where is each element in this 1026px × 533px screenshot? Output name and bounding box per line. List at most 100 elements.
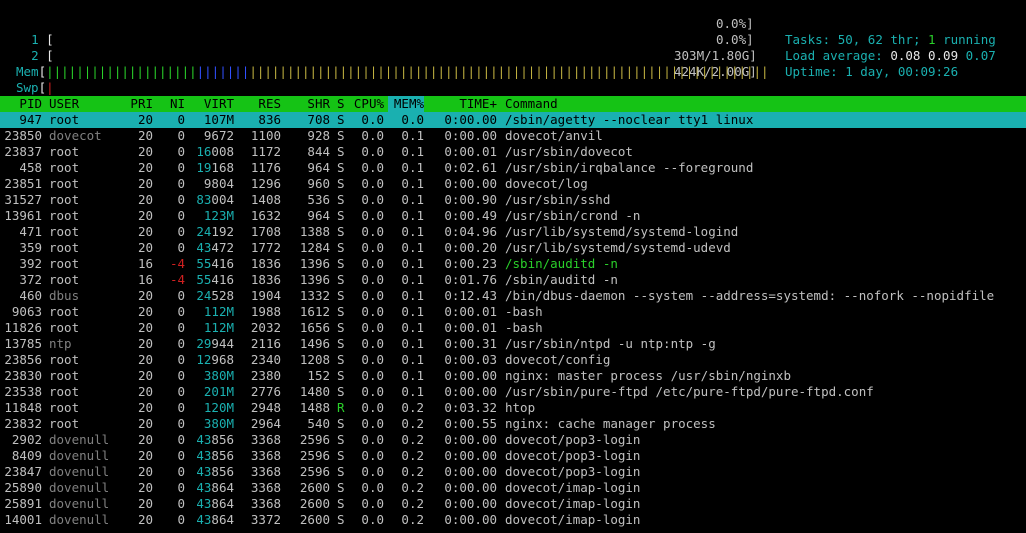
cell-pri: 20 [137, 464, 153, 479]
cell-cpu: 0.0 [361, 112, 384, 127]
cell-time: 0:02.61 [444, 160, 497, 175]
process-row[interactable]: 23538 root 20 0 201M 2776 1480 S 0.0 0.1 0:00.00/u… [0, 384, 1026, 400]
col-state[interactable]: S [337, 96, 345, 112]
process-row[interactable]: 11848 root 20 0 120M 2948 1488 R 0.0 0.2 0:03.32 ht… [0, 400, 1026, 416]
swp-label: Swp [16, 80, 39, 95]
cell-mem: 0.1 [401, 128, 424, 143]
cell-pid: 947 [19, 112, 42, 127]
cell-res: 2948 [250, 400, 281, 415]
cell-res: 1836 [250, 256, 281, 271]
process-row[interactable]: 947 root 20 0 107M 836 708 S 0.0 0.0 0:00.00/sbin/… [0, 112, 1026, 128]
process-row[interactable]: 2902 dovenull 20 0 43856 3368 2596 S 0.0 0.2 0:00.… [0, 432, 1026, 448]
col-ni[interactable]: NI [163, 96, 185, 112]
cell-virt: 120M [203, 400, 234, 415]
cell-mem: 0.2 [401, 416, 424, 431]
cell-cmd: dovecot/imap-login [505, 496, 641, 511]
cell-user: root [49, 240, 80, 255]
process-row[interactable]: 14001 dovenull 20 0 43864 3372 2600 S 0.0 0.2 0:00… [0, 512, 1026, 528]
mem-bar-used: |||||||||||||||||||| [46, 64, 197, 79]
cell-cpu: 0.0 [361, 432, 384, 447]
cell-pri: 20 [137, 384, 153, 399]
cell-mem: 0.1 [401, 272, 424, 287]
cell-mem: 0.2 [401, 480, 424, 495]
col-time[interactable]: TIME+ [425, 96, 497, 112]
process-row[interactable]: 13961 root 20 0 123M 1632 964 S 0.0 0.1 0:00.49/us… [0, 208, 1026, 224]
process-row[interactable]: 23851 root 20 0 9804 1296 960 S 0.0 0.1 0:00.00 dov… [0, 176, 1026, 192]
process-row[interactable]: 460 dbus 20 0 24528 1904 1332 S 0.0 0.1 0:12.43/bi… [0, 288, 1026, 304]
cell-pri: 20 [137, 480, 153, 495]
cell-mem: 0.2 [401, 496, 424, 511]
process-row[interactable]: 458 root 20 0 19168 1176 964 S 0.0 0.1 0:02.61/usr… [0, 160, 1026, 176]
cell-user: dovenull [49, 464, 110, 479]
process-row[interactable]: 359 root 20 0 43472 1772 1284 S 0.0 0.1 0:00.20/us… [0, 240, 1026, 256]
cell-shr: 1488 [299, 400, 330, 415]
cell-virt: 380M [203, 416, 234, 431]
process-row[interactable]: 13785 ntp 20 0 29944 2116 1496 S 0.0 0.1 0:00.31/u… [0, 336, 1026, 352]
cell-res: 3368 [250, 496, 281, 511]
cell-cpu: 0.0 [361, 336, 384, 351]
process-row[interactable]: 25890 dovenull 20 0 43864 3368 2600 S 0.0 0.2 0:00… [0, 480, 1026, 496]
col-res[interactable]: RES [235, 96, 281, 112]
mem-meter: Mem[||||||||||||||||||||||||||||||||||||… [16, 48, 769, 79]
cell-pid: 9063 [11, 304, 42, 319]
cell-mem: 0.2 [401, 512, 424, 527]
cell-cpu: 0.0 [361, 176, 384, 191]
cell-mem: 0.1 [401, 368, 424, 383]
cell-s: S [337, 176, 345, 191]
cell-cmd: /usr/sbin/pure-ftpd /etc/pure-ftpd/pure-… [505, 384, 874, 399]
process-row[interactable]: 372 root 16 -4 55416 1836 1396 S 0.0 0.1 0:01.76/s… [0, 272, 1026, 288]
cell-ni: 0 [177, 288, 185, 303]
cell-time: 0:00.00 [444, 384, 497, 399]
cell-cpu: 0.0 [361, 192, 384, 207]
col-pri[interactable]: PRI [123, 96, 153, 112]
cell-pid: 11826 [4, 320, 42, 335]
cell-cpu: 0.0 [361, 160, 384, 175]
cell-pid: 23538 [4, 384, 42, 399]
cell-time: 0:00.00 [444, 176, 497, 191]
process-row[interactable]: 392 root 16 -4 55416 1836 1396 S 0.0 0.1 0:00.23/s… [0, 256, 1026, 272]
process-row[interactable]: 9063 root 20 0 112M 1988 1612 S 0.0 0.1 0:00.01 -ba… [0, 304, 1026, 320]
cell-pid: 23856 [4, 352, 42, 367]
process-row[interactable]: 8409 dovenull 20 0 43856 3368 2596 S 0.0 0.2 0:00.… [0, 448, 1026, 464]
cell-ni: 0 [177, 192, 185, 207]
cell-user: root [49, 144, 80, 159]
col-pid[interactable]: PID [0, 96, 42, 112]
process-row[interactable]: 23837 root 20 0 16008 1172 844 S 0.0 0.1 0:00.01/u… [0, 144, 1026, 160]
cell-user: root [49, 160, 80, 175]
cell-virt: 19168 [196, 160, 234, 175]
process-row[interactable]: 23832 root 20 0 380M 2964 540 S 0.0 0.2 0:00.55 ngi… [0, 416, 1026, 432]
cell-mem: 0.1 [401, 288, 424, 303]
process-row[interactable]: 11826 root 20 0 112M 2032 1656 S 0.0 0.1 0:00.01 -b… [0, 320, 1026, 336]
col-user[interactable]: USER [49, 96, 79, 112]
process-row[interactable]: 23830 root 20 0 380M 2380 152 S 0.0 0.1 0:00.00 ngi… [0, 368, 1026, 384]
mem-value: 303M/1.80G] [674, 48, 757, 63]
process-row[interactable]: 31527 root 20 0 83004 1408 536 S 0.0 0.1 0:00.90/u… [0, 192, 1026, 208]
cell-shr: 540 [307, 416, 330, 431]
cell-ni: 0 [177, 208, 185, 223]
col-virt[interactable]: VIRT [184, 96, 234, 112]
cell-shr: 2600 [299, 480, 330, 495]
cell-pri: 20 [137, 288, 153, 303]
cell-s: S [337, 448, 345, 463]
cell-res: 2776 [250, 384, 281, 399]
cell-mem: 0.2 [401, 400, 424, 415]
cell-virt: 112M [203, 320, 234, 335]
cpu1-meter: 1 [ [16, 16, 54, 47]
col-command[interactable]: Command [505, 96, 558, 112]
cell-pri: 20 [137, 160, 153, 175]
cell-cpu: 0.0 [361, 128, 384, 143]
col-cpu[interactable]: CPU% [348, 96, 384, 112]
process-row[interactable]: 23856 root 20 0 12968 2340 1208 S 0.0 0.1 0:00.03 d… [0, 352, 1026, 368]
process-row[interactable]: 23850 dovecot 20 0 9672 1100 928 S 0.0 0.1 0:00.00… [0, 128, 1026, 144]
cell-virt: 24192 [196, 224, 234, 239]
cell-s: S [337, 512, 345, 527]
process-row[interactable]: 471 root 20 0 24192 1708 1388 S 0.0 0.1 0:04.96/us… [0, 224, 1026, 240]
process-row[interactable]: 23847 dovenull 20 0 43856 3368 2596 S 0.0 0.2 0:00… [0, 464, 1026, 480]
process-row[interactable]: 25891 dovenull 20 0 43864 3368 2600 S 0.0 0.2 0:00… [0, 496, 1026, 512]
cell-pid: 458 [19, 160, 42, 175]
cell-cmd: dovecot/imap-login [505, 480, 641, 495]
cell-user: dovenull [49, 448, 110, 463]
col-shr[interactable]: SHR [284, 96, 330, 112]
col-mem-sorted[interactable]: MEM% [388, 96, 424, 112]
cell-cpu: 0.0 [361, 448, 384, 463]
